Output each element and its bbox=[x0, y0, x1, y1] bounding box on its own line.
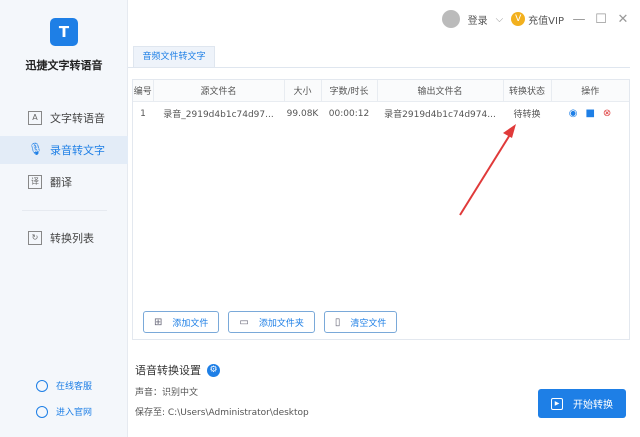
play-icon: ▶ bbox=[551, 397, 563, 410]
add-file-button[interactable]: ⊞ 添加文件 bbox=[143, 311, 220, 333]
cell-size: 99.08K bbox=[286, 108, 319, 119]
start-conversion-button[interactable]: ▶ 开始转换 bbox=[538, 389, 626, 418]
cell-output: 录音2919d4b1c74d974... bbox=[384, 110, 496, 121]
microphone-icon: 🎙 bbox=[28, 142, 44, 156]
chevron-down-icon[interactable]: ⌵ bbox=[496, 14, 504, 25]
official-site-link[interactable]: 进入官网 bbox=[36, 405, 92, 418]
settings-header: 语音转换设置 ⚙ bbox=[135, 362, 220, 378]
column-header: 转换状态 bbox=[503, 80, 552, 102]
eye-icon[interactable]: ◉ bbox=[569, 108, 578, 119]
column-header: 大小 bbox=[284, 80, 322, 102]
add-folder-button[interactable]: ▭ 添加文件夹 bbox=[228, 311, 315, 333]
button-label: 开始转换 bbox=[573, 400, 613, 411]
cell-duration: 00:00:12 bbox=[328, 108, 370, 119]
file-plus-icon: ⊞ bbox=[154, 316, 163, 328]
sidebar-item-conversion-list[interactable]: ↻ 转换列表 bbox=[0, 224, 128, 252]
cell-source: 录音_2919d4b1c74d97... bbox=[163, 110, 274, 121]
online-support-link[interactable]: 在线客服 bbox=[36, 379, 92, 392]
sidebar-item-text-to-speech[interactable]: A 文字转语音 bbox=[0, 104, 128, 132]
vip-icon: V bbox=[511, 12, 526, 26]
column-header: 输出文件名 bbox=[377, 80, 504, 102]
table-row[interactable]: 1 录音_2919d4b1c74d97... 99.08K 00:00:12 录… bbox=[133, 101, 629, 126]
column-header: 操作 bbox=[551, 80, 629, 102]
vip-button[interactable]: 充值VIP bbox=[528, 12, 564, 27]
tab-divider bbox=[128, 67, 630, 68]
folder-icon: ▭ bbox=[239, 316, 249, 328]
link-label: 进入官网 bbox=[56, 408, 93, 418]
headset-icon bbox=[36, 379, 48, 392]
app-name: 迅捷文字转语音 bbox=[25, 59, 103, 72]
column-header: 编号 bbox=[133, 80, 154, 102]
sidebar-item-label: 录音转文字 bbox=[50, 144, 105, 157]
link-label: 在线客服 bbox=[56, 382, 93, 392]
folder-icon[interactable]: ■ bbox=[585, 108, 594, 119]
title-bar: 登录 ⌵ V 充值VIP — ☐ ✕ bbox=[441, 10, 630, 28]
column-header: 源文件名 bbox=[153, 80, 285, 102]
button-label: 添加文件 bbox=[172, 318, 209, 329]
sidebar-item-label: 文字转语音 bbox=[50, 112, 105, 125]
cell-no: 1 bbox=[140, 108, 146, 119]
text-icon: A bbox=[28, 111, 42, 125]
column-header: 字数/时长 bbox=[321, 80, 378, 102]
maximize-button[interactable]: ☐ bbox=[594, 12, 608, 27]
sidebar-divider bbox=[22, 210, 107, 211]
file-table-panel: 编号 源文件名 大小 字数/时长 输出文件名 转换状态 操作 1 录音_2919… bbox=[132, 79, 630, 340]
globe-icon bbox=[36, 405, 48, 418]
list-icon: ↻ bbox=[28, 231, 42, 245]
save-path: 保存至: C:\Users\Administrator\desktop bbox=[135, 408, 309, 418]
sidebar-item-label: 翻译 bbox=[50, 176, 72, 189]
sidebar-item-speech-to-text[interactable]: 🎙 录音转文字 bbox=[0, 136, 128, 164]
clear-files-button[interactable]: ▯ 清空文件 bbox=[323, 311, 398, 333]
button-label: 添加文件夹 bbox=[258, 318, 304, 329]
translate-icon: 译 bbox=[28, 175, 42, 189]
app-logo: T bbox=[50, 18, 78, 46]
sidebar: T 迅捷文字转语音 A 文字转语音 🎙 录音转文字 译翻译 ↻ 转换列表 在线客服 进… bbox=[0, 0, 128, 437]
table-header: 编号 源文件名 大小 字数/时长 输出文件名 转换状态 操作 bbox=[133, 80, 629, 102]
gear-icon[interactable]: ⚙ bbox=[207, 363, 220, 377]
cell-actions: ◉ ■ ⊗ bbox=[551, 101, 629, 126]
sidebar-item-translate[interactable]: 译翻译 bbox=[0, 168, 128, 196]
sidebar-item-label: 转换列表 bbox=[50, 232, 94, 245]
minimize-button[interactable]: — bbox=[572, 12, 586, 27]
tab-audio-to-text[interactable]: 音频文件转文字 bbox=[133, 46, 215, 67]
button-label: 清空文件 bbox=[350, 318, 387, 329]
trash-icon: ▯ bbox=[334, 316, 341, 328]
avatar-icon[interactable] bbox=[441, 10, 460, 28]
delete-icon[interactable]: ⊗ bbox=[603, 108, 611, 119]
cell-status: 待转换 bbox=[513, 110, 541, 121]
close-button[interactable]: ✕ bbox=[616, 12, 630, 27]
file-table: 编号 源文件名 大小 字数/时长 输出文件名 转换状态 操作 1 录音_2919… bbox=[133, 80, 629, 126]
voice-setting: 声音：识别中文 bbox=[135, 388, 199, 398]
login-button[interactable]: 登录 bbox=[468, 12, 488, 27]
settings-title: 语音转换设置 bbox=[135, 364, 201, 377]
